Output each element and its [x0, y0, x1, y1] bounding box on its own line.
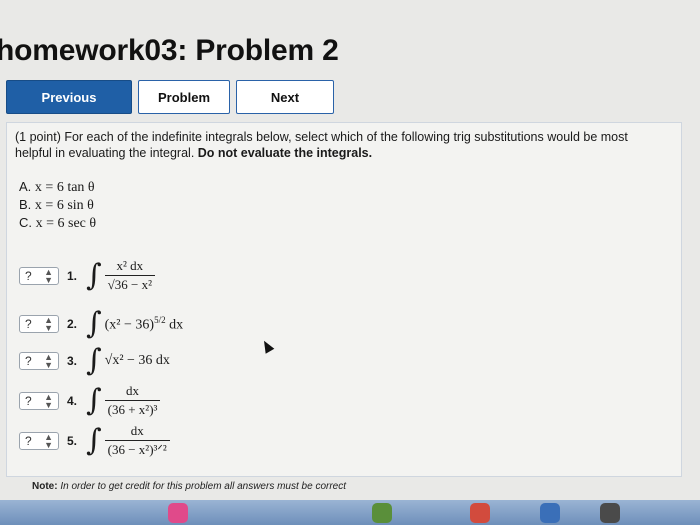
music-app-icon[interactable] — [168, 503, 188, 523]
select-value: ? — [25, 393, 32, 408]
integrand-denominator: √36 − x² — [104, 275, 156, 293]
integral-sign-icon: ∫ — [86, 257, 102, 293]
choice-letter: B. — [19, 197, 32, 212]
question-number: 4. — [67, 393, 78, 408]
question-3: ? ▲ ▼ 3. ∫ √x² − 36 dx — [19, 346, 170, 376]
page-title: homework03: Problem 2 — [0, 34, 339, 67]
updown-arrows-icon: ▲ ▼ — [44, 352, 53, 370]
integrand-dx: dx — [165, 317, 184, 333]
updown-arrows-icon: ▲ ▼ — [44, 391, 53, 410]
problem-intro-bold: Do not evaluate the integrals. — [197, 146, 373, 160]
dock-app-icon[interactable] — [470, 503, 490, 523]
select-value: ? — [25, 354, 32, 368]
integrand: dx (36 + x²)³ — [104, 383, 161, 418]
answer-select-5[interactable]: ? ▲ ▼ — [19, 431, 59, 450]
dock-app-icon[interactable] — [600, 503, 620, 523]
updown-arrows-icon: ▲ ▼ — [44, 266, 53, 285]
integral-sign-icon: ∫ — [86, 422, 102, 458]
select-value: ? — [25, 317, 32, 331]
question-4: ? ▲ ▼ 4. ∫ dx (36 + x²)³ — [19, 382, 161, 418]
integrand-numerator: x² dx — [116, 258, 144, 273]
question-number: 2. — [67, 317, 78, 331]
choice-b: B. x = 6 sin θ — [19, 196, 96, 214]
answer-select-4[interactable]: ? ▲ ▼ — [19, 391, 59, 410]
os-dock — [0, 500, 700, 525]
question-5: ? ▲ ▼ 5. ∫ dx (36 − x²)³ᐟ² — [19, 423, 170, 458]
choice-expr: x = 6 tan θ — [34, 180, 95, 195]
updown-arrows-icon: ▲ ▼ — [44, 431, 53, 450]
integrand-denominator: (36 + x²)³ — [104, 400, 161, 418]
integral-sign-icon: ∫ — [86, 343, 102, 378]
integrand-base: (x² − 36) — [104, 317, 155, 333]
dock-app-icon[interactable] — [372, 503, 392, 523]
question-number: 3. — [67, 354, 78, 368]
credit-note: Note: In order to get credit for this pr… — [32, 481, 346, 492]
integral-sign-icon: ∫ — [86, 382, 102, 418]
integrand: dx (36 − x²)³ᐟ² — [104, 423, 170, 458]
problem-panel: (1 point) For each of the indefinite int… — [6, 122, 682, 477]
integrand-denominator: (36 − x²)³ᐟ² — [104, 440, 170, 458]
problem-list-button[interactable]: Problem List — [138, 80, 230, 139]
problem-intro: (1 point) For each of the indefinite int… — [15, 129, 665, 161]
answer-select-1[interactable]: ? ▲ ▼ — [19, 266, 59, 285]
integral-sign-icon: ∫ — [86, 306, 102, 341]
note-label: Note: — [32, 481, 58, 492]
choice-letter: A. — [19, 179, 32, 194]
note-text: In order to get credit for this problem … — [57, 481, 347, 492]
question-1: ? ▲ ▼ 1. ∫ x² dx √36 − x² — [19, 257, 156, 293]
select-value: ? — [25, 433, 32, 448]
problem-points: (1 point) — [15, 130, 61, 144]
integrand: √x² − 36 dx — [104, 353, 170, 368]
question-2: ? ▲ ▼ 2. ∫ (x² − 36)5/2 dx — [19, 309, 183, 339]
choice-expr: x = 6 sin θ — [34, 198, 94, 213]
next-problem-button[interactable]: Next Problem — [236, 80, 334, 139]
problem-nav: Previous Problem Problem List Next Probl… — [0, 80, 700, 139]
question-number: 5. — [67, 433, 78, 448]
updown-arrows-icon: ▲ ▼ — [44, 315, 53, 333]
integrand-numerator: dx — [130, 423, 144, 438]
previous-problem-button[interactable]: Previous Problem — [6, 80, 132, 139]
integrand: (x² − 36)5/2 dx — [105, 315, 183, 334]
answer-select-2[interactable]: ? ▲ ▼ — [19, 315, 59, 333]
choice-letter: C. — [19, 215, 32, 230]
substitution-choices: A. x = 6 tan θ B. x = 6 sin θ C. x = 6 s… — [19, 178, 96, 232]
integrand-exponent: 5/2 — [154, 314, 166, 325]
answer-select-3[interactable]: ? ▲ ▼ — [19, 352, 59, 370]
dock-app-icon[interactable] — [540, 503, 560, 523]
select-value: ? — [25, 268, 32, 283]
choice-expr: x = 6 sec θ — [35, 216, 97, 231]
choice-c: C. x = 6 sec θ — [19, 214, 96, 232]
choice-a: A. x = 6 tan θ — [19, 178, 96, 196]
question-number: 1. — [67, 268, 78, 283]
integrand: x² dx √36 − x² — [104, 258, 156, 293]
integrand-numerator: dx — [126, 383, 140, 398]
